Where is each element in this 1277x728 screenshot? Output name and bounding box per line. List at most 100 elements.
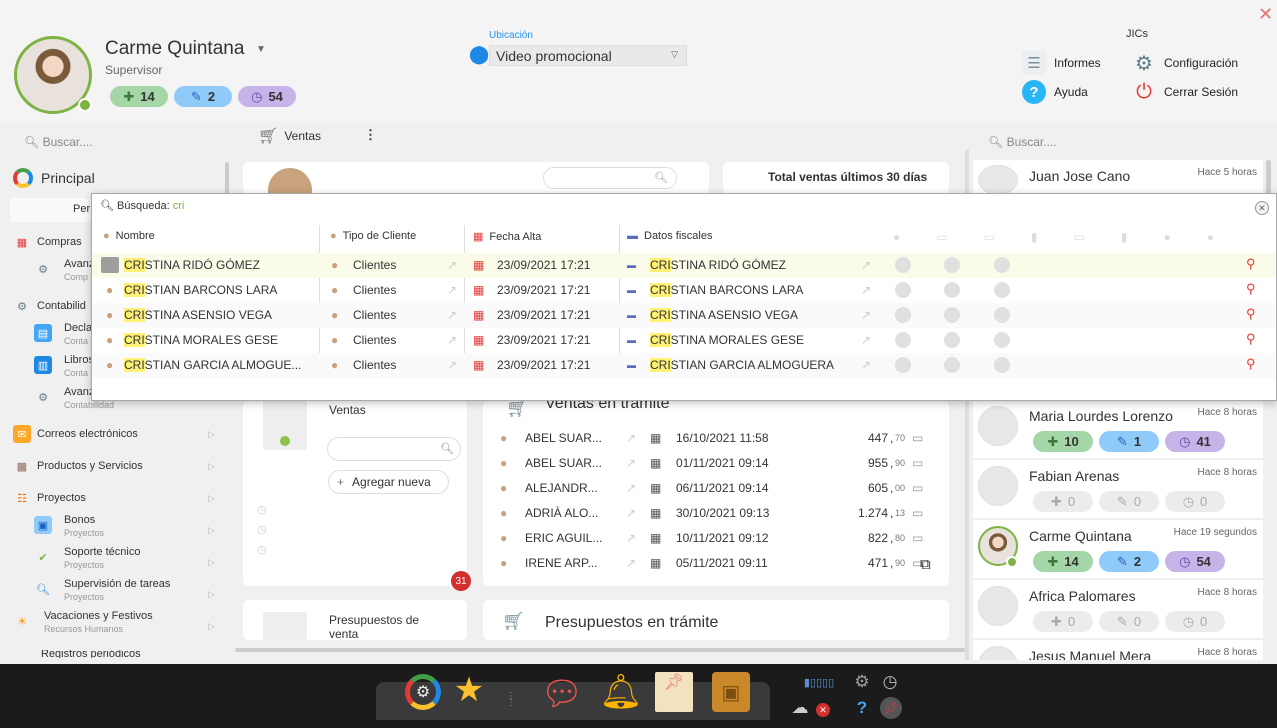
sidebar-sub-supervision[interactable]: 🔍︎ Supervisión de tareas Proyectos (34, 578, 170, 602)
gear-icon: ⚙ (38, 263, 48, 276)
tab-sales[interactable]: 🛒︎ Ventas (258, 126, 321, 146)
money-icon: ▭ (912, 506, 924, 520)
help-icon[interactable]: ? (852, 697, 872, 719)
user-card[interactable]: Africa Palomares Hace 8 horas ✚ 0 ✎ 0 ◷ 0 (973, 580, 1263, 638)
search-icon: 🔍︎ (440, 443, 454, 455)
user-avatar (978, 406, 1018, 446)
horizontal-scrollbar[interactable] (235, 648, 965, 652)
table-row[interactable]: ● CRISTINA MORALES GESE ● Clientes ↗ ▦ 2… (92, 328, 1276, 353)
sidebar-item-productos[interactable]: ▩ Productos y Servicios (13, 457, 143, 475)
list-icon (944, 257, 960, 273)
list-icon (994, 357, 1010, 373)
sidebar-sub-libros[interactable]: ▥ Libros Conta (34, 354, 94, 378)
list-icon (994, 307, 1010, 323)
logout-button[interactable]: ⏻ Cerrar Sesión (1132, 80, 1238, 104)
user-card[interactable]: Fabian Arenas Hace 8 horas ✚ 0 ✎ 0 ◷ 0 (973, 460, 1263, 518)
plus-icon: ✚ (123, 88, 135, 104)
app-logo-icon[interactable]: ⚙ (405, 674, 441, 710)
config-button[interactable]: ⚙ Configuración (1132, 51, 1238, 75)
client-icon: ● (500, 506, 508, 520)
sidebar-sub-soporte[interactable]: ✔ Soporte técnico Proyectos (34, 546, 140, 570)
popup-search-field[interactable]: 🔍︎ Búsqueda: cri (100, 199, 184, 212)
map-pin-icon[interactable]: ⚲ (1246, 331, 1256, 347)
more-options-icon[interactable]: ⋮ (364, 127, 377, 143)
pencil-icon: ✎ (1116, 553, 1128, 569)
sales-row[interactable]: ● IRENE ARP... ↗ ▦ 05/11/2021 09:11 471 … (500, 552, 930, 576)
column-header-name[interactable]: ● Nombre (103, 230, 155, 242)
cart-check-icon: 🛒︎ (502, 611, 525, 631)
cloud-icon[interactable]: ☁ (788, 697, 812, 719)
user-menu-chevron-icon[interactable]: ▼ (256, 44, 266, 55)
user-card[interactable]: Jesus Manuel Mera Hace 8 horas (973, 640, 1263, 660)
bell-icon[interactable]: 🔔︎ (599, 672, 642, 712)
network-graph-icon[interactable]: ▮▯▯▯▯ (792, 672, 846, 692)
sidebar-item-contabilidad[interactable]: ⚙ Contabilid (13, 297, 86, 315)
sidebar-item-correos[interactable]: ✉ Correos electrónicos (13, 425, 138, 443)
user-card[interactable]: Maria Lourdes Lorenzo Hace 8 horas ✚ 10 ✎… (973, 400, 1263, 458)
sidebar-sub-declaraciones[interactable]: ▤ Decla Conta (34, 322, 92, 346)
map-pin-icon[interactable]: ⚲ (1246, 306, 1256, 322)
wallet-icon[interactable]: ▣ (712, 672, 750, 712)
settings-gear-icon[interactable]: ⚙ (852, 672, 872, 692)
column-header-client-type[interactable]: ● Tipo de Cliente (330, 230, 416, 242)
search-icon: 🔍︎ (24, 135, 40, 149)
calendar-icon: ▦ (650, 556, 662, 570)
clock-icon[interactable]: ◷ (880, 672, 900, 692)
sidebar-item-vacaciones[interactable]: ☀ Vacaciones y Festivos Recursos Humanos (13, 610, 153, 634)
sidebar-sub-bonos[interactable]: ▣ Bonos Proyectos (34, 514, 104, 538)
star-icon[interactable]: ★ (451, 671, 487, 709)
person-icon: ● (106, 358, 114, 372)
status-icon (895, 307, 911, 323)
sales-count-badge[interactable]: 31 (451, 571, 471, 591)
map-pin-icon[interactable]: ⚲ (1246, 281, 1256, 297)
sales-row[interactable]: ● ABEL SUAR... ↗ ▦ 01/11/2021 09:14 955 … (500, 452, 930, 476)
sales-row[interactable]: ● ABEL SUAR... ↗ ▦ 16/10/2021 11:58 447 … (500, 427, 930, 451)
table-row[interactable]: ● CRISTIAN GARCIA ALMOGUE... ● Clientes … (92, 353, 1276, 378)
add-new-button[interactable]: + Agregar nueva (328, 470, 449, 494)
column-header-fiscal[interactable]: ▬ Datos fiscales (627, 230, 712, 242)
sidebar-sub-avanzado[interactable]: ⚙ Avanz Comp (34, 258, 94, 282)
help-button[interactable]: ? Ayuda (1022, 80, 1088, 104)
error-icon[interactable]: ✕ (816, 703, 830, 717)
table-row[interactable]: ● CRISTIAN BARCONS LARA ● Clientes ↗ ▦ 2… (92, 278, 1276, 303)
close-window-icon[interactable]: ✕ (1258, 4, 1273, 25)
user-card[interactable]: Carme Quintana Hace 19 segundos ✚ 14 ✎ 2 ◷… (973, 520, 1263, 578)
chat-icon[interactable]: 💬︎ (536, 675, 588, 713)
reports-button[interactable]: ☰ Informes (1022, 51, 1101, 75)
user-name[interactable]: Carme Quintana (105, 38, 244, 60)
table-row[interactable]: CRISTINA RIDÓ GÓMEZ ● Clientes ↗ ▦ 23/09… (92, 253, 1276, 278)
calendar-icon: ▦ (473, 333, 485, 347)
right-search-input[interactable]: 🔍︎ Buscar.... (988, 135, 1057, 149)
user-avatar (978, 586, 1018, 626)
user-card[interactable]: Juan Jose Cano Hace 5 horas (973, 160, 1263, 195)
sidebar-item-proyectos[interactable]: ☷ Proyectos (13, 489, 86, 507)
sales-search-input[interactable]: 🔍︎ (327, 437, 461, 461)
edited-badge[interactable]: ✎ 2 (174, 86, 232, 107)
sidebar-item-compras[interactable]: ▦ Compras (13, 233, 82, 251)
sales-row[interactable]: ● ERIC AGUIL... ↗ ▦ 10/11/2021 09:12 822… (500, 527, 930, 551)
added-badge[interactable]: ✚ 14 (110, 86, 168, 107)
drag-handle-icon[interactable]: ⋮ ⋮ (506, 684, 516, 716)
sales-row[interactable]: ● ALEJANDR... ↗ ▦ 06/11/2021 09:14 605 ,… (500, 477, 930, 501)
map-pin-icon[interactable]: ⚲ (1246, 256, 1256, 272)
chevron-right-icon: ▷ (208, 557, 215, 567)
money-icon: ▭ (912, 531, 924, 545)
external-link-icon[interactable]: ⧉ (920, 556, 931, 573)
pin-icon[interactable]: 📌︎ (880, 697, 902, 719)
pending-badge[interactable]: ◷ 54 (238, 86, 296, 107)
added-badge: ✚ 14 (1033, 551, 1093, 572)
table-row[interactable]: ● CRISTINA ASENSIO VEGA ● Clientes ↗ ▦ 2… (92, 303, 1276, 328)
close-popup-icon[interactable]: ✕ (1255, 201, 1269, 215)
sidebar-principal[interactable]: Principal (13, 168, 95, 188)
calendar-icon: ▦ (650, 431, 662, 445)
map-pin-icon[interactable]: ⚲ (1246, 356, 1256, 372)
column-header-date[interactable]: ▦ Fecha Alta (473, 230, 541, 244)
plus-icon: ✚ (1047, 553, 1059, 569)
sales-row[interactable]: ● ADRIÀ ALO... ↗ ▦ 30/10/2021 09:13 1.27… (500, 502, 930, 526)
notes-icon[interactable]: 📌︎ (655, 672, 693, 712)
left-search-input[interactable]: 🔍︎ Buscar.... (24, 135, 93, 149)
sidebar-item-registros[interactable]: Registros periódicos (13, 650, 141, 658)
panel-search-input[interactable]: 🔍︎ (543, 167, 677, 189)
pencil-icon: ✎ (1116, 493, 1128, 509)
location-select[interactable]: Video promocional ▽ (489, 45, 687, 66)
